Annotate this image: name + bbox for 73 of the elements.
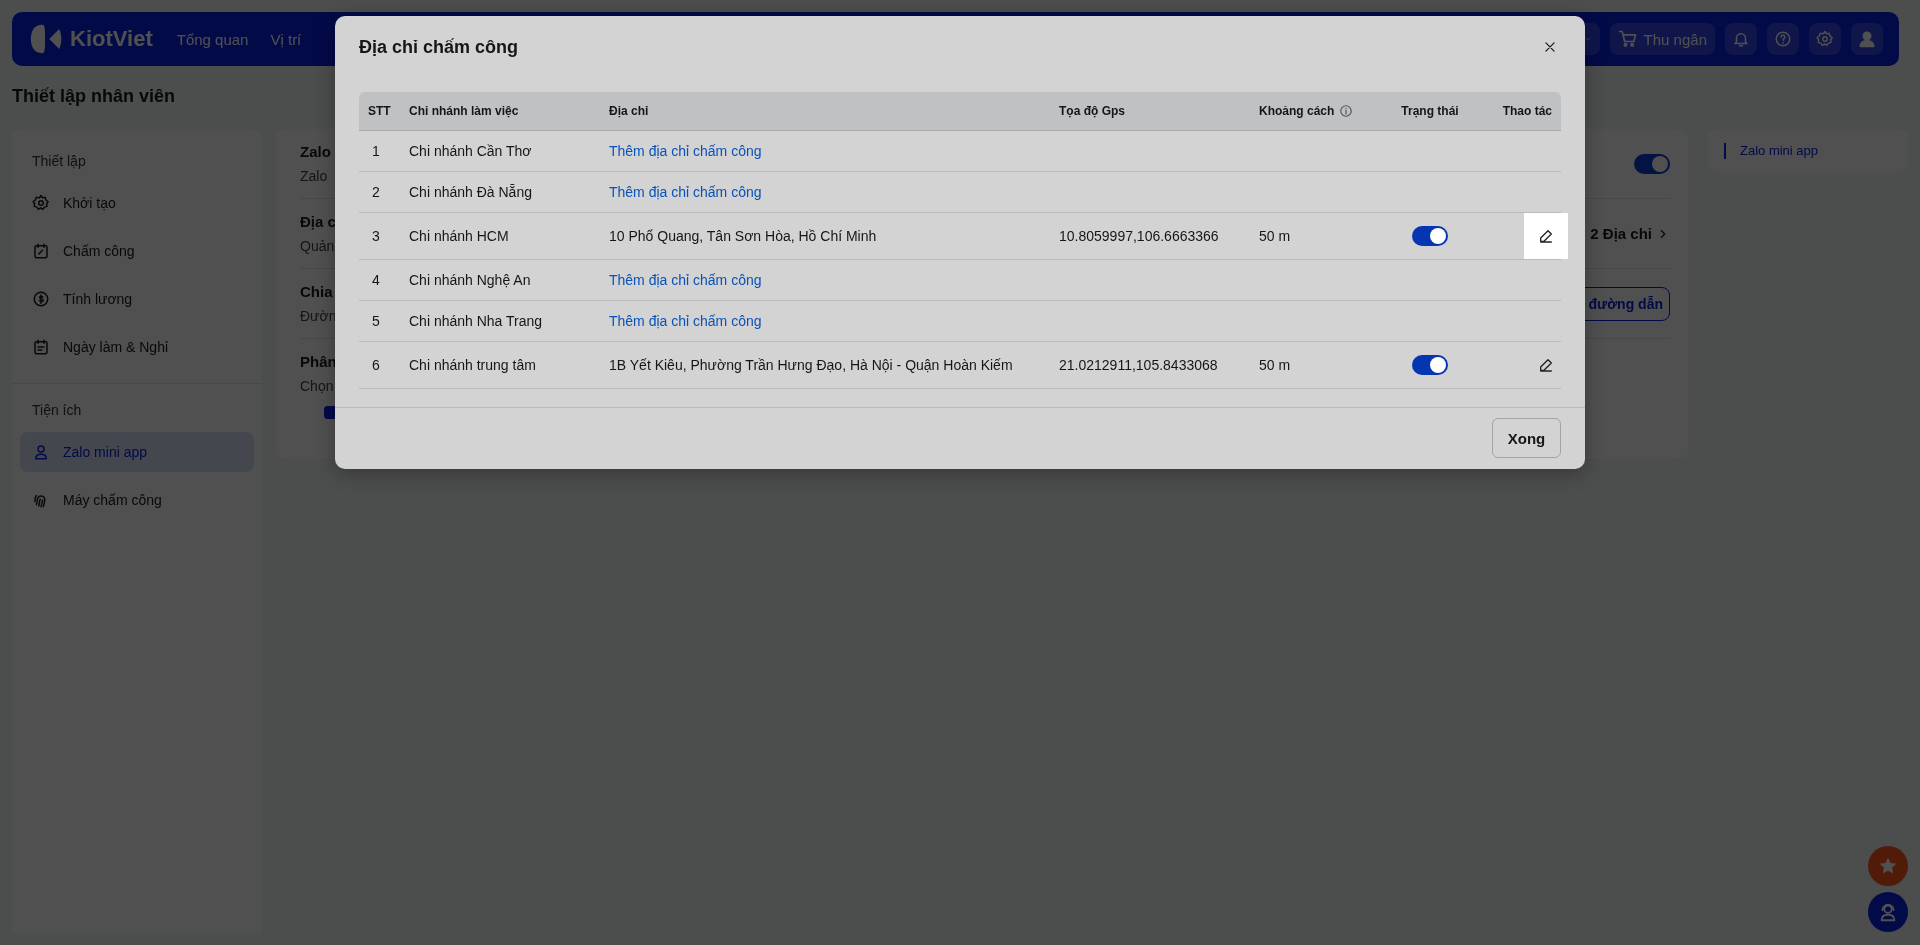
user-icon — [32, 443, 50, 461]
section-title: Phân — [300, 353, 337, 370]
calendar-icon — [32, 338, 50, 356]
section-title: Zalo — [300, 143, 331, 160]
table-cell: Chi nhánh Nha Trang — [409, 313, 543, 329]
table-cell: 1B Yết Kiêu, Phường Trần Hưng Đạo, Hà Nội - Quận Hoàn Kiếm — [609, 357, 1013, 373]
column-header: Địa chỉ — [609, 104, 649, 118]
page-title: Thiết lập nhân viên — [12, 86, 177, 107]
sidebar-item[interactable]: Tính lương — [20, 279, 254, 319]
sidebar-heading: Thiết lập — [31, 152, 87, 171]
add-address-link[interactable]: Thêm địa chỉ chấm công — [600, 272, 762, 288]
column-header: Chi nhánh làm việc — [409, 104, 519, 118]
sidebar-item[interactable]: Máy chấm công — [20, 480, 254, 520]
table-cell: 6 — [372, 357, 380, 373]
table-cell: 3 — [372, 228, 380, 244]
section-description: Chọn — [300, 378, 335, 394]
table-cell: 21.0212911,105.8433068 — [1059, 357, 1218, 373]
table-cell: Chi nhánh Cần Thơ — [409, 143, 532, 159]
sidebar-item[interactable]: Chấm công — [20, 231, 254, 271]
column-header: Thao tác — [1502, 104, 1552, 118]
bell-icon — [1732, 30, 1750, 48]
table-cell: 50 m — [1259, 357, 1291, 373]
table-cell: 5 — [372, 313, 380, 329]
brand-name: KiotViet — [70, 26, 153, 52]
column-header: STT — [368, 104, 391, 118]
dollar-coin-icon — [32, 290, 50, 308]
avatar-icon — [1858, 30, 1876, 48]
close-icon — [1543, 40, 1557, 54]
table-cell: 4 — [372, 272, 380, 288]
toggle-switch[interactable] — [1412, 226, 1448, 246]
add-address-link[interactable]: Thêm địa chỉ chấm công — [600, 184, 762, 200]
add-address-link[interactable]: Thêm địa chỉ chấm công — [600, 313, 762, 329]
dialog-title: Địa chỉ chấm công — [359, 36, 519, 58]
calendar-icon — [32, 242, 50, 260]
logo-icon — [28, 22, 62, 56]
section-title: Chia — [300, 283, 334, 300]
nav-link[interactable]: Vị trí — [270, 30, 302, 48]
table-cell: 50 m — [1259, 228, 1291, 244]
table-cell: 2 — [372, 184, 380, 200]
sidebar-item[interactable]: Khởi tạo — [20, 183, 254, 223]
help-icon — [1774, 30, 1792, 48]
info-icon — [1339, 104, 1354, 118]
section-title: Địa c — [300, 213, 336, 230]
toggle-switch[interactable] — [1634, 153, 1670, 174]
sidebar-item[interactable]: Zalo mini app — [20, 432, 254, 472]
star-icon — [1878, 856, 1898, 876]
sidebar-item[interactable]: Ngày làm & Nghỉ — [20, 327, 254, 367]
gear-icon — [32, 194, 50, 212]
table-cell: Chi nhánh HCM — [409, 228, 509, 244]
cart-icon — [1617, 29, 1638, 49]
edit-icon — [1538, 228, 1554, 244]
table-cell: Chi nhánh Đà Nẵng — [409, 184, 532, 200]
settings-icon — [1816, 30, 1834, 48]
anchor-link[interactable]: Zalo mini app — [1724, 143, 1892, 159]
nav-link[interactable]: Tổng quan — [176, 30, 249, 48]
toggle-switch[interactable] — [1412, 355, 1448, 375]
sidebar-heading: Tiện ích — [31, 401, 83, 420]
cashier-button[interactable]: Thu ngân — [1609, 23, 1715, 55]
table-cell: 1 — [372, 143, 380, 159]
table-cell: Chi nhánh Nghệ An — [409, 272, 531, 288]
column-header: Trạng thái — [1401, 104, 1459, 118]
section-description: Zalo — [300, 168, 329, 184]
column-header: Tọa độ Gps — [1059, 104, 1125, 118]
column-header: Khoảng cách — [1259, 104, 1335, 118]
done-button[interactable]: Xong — [1492, 418, 1561, 458]
edit-icon — [1538, 357, 1554, 373]
table-cell: Chi nhánh trung tâm — [409, 357, 536, 373]
add-address-link[interactable]: Thêm địa chỉ chấm công — [600, 143, 762, 159]
address-count-link[interactable]: 2 Địa chỉ — [1590, 225, 1670, 242]
table-cell: 10.8059997,106.6663366 — [1059, 228, 1219, 244]
table-cell: 10 Phổ Quang, Tân Sơn Hòa, Hồ Chí Minh — [609, 228, 877, 244]
section-description: Quản — [300, 238, 336, 254]
edit-button[interactable] — [1524, 213, 1568, 259]
